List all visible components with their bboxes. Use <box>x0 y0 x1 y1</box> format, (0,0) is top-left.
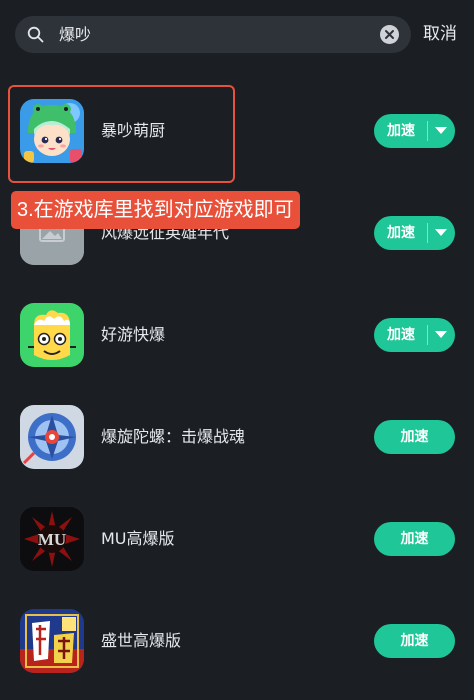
chuanshi-logo-icon[interactable] <box>20 609 84 673</box>
accelerate-button[interactable]: 加速 <box>374 624 455 658</box>
button-divider <box>427 325 428 345</box>
button-divider <box>427 223 428 243</box>
accelerate-button[interactable]: 加速 <box>374 114 455 148</box>
search-bar: 爆吵 取消 <box>0 0 474 66</box>
accelerate-button[interactable]: 加速 <box>374 318 455 352</box>
svg-text:MU: MU <box>38 530 66 549</box>
chevron-down-icon[interactable] <box>435 331 447 339</box>
list-item[interactable]: 好游快爆 加速 <box>0 270 474 372</box>
app-name: 爆旋陀螺：击爆战魂 <box>101 427 246 446</box>
app-name: 好游快爆 <box>101 325 166 344</box>
chevron-down-icon[interactable] <box>435 127 447 135</box>
accelerate-button-label: 加速 <box>400 633 429 649</box>
list-item[interactable]: 爆旋陀螺：击爆战魂 加速 <box>0 372 474 474</box>
accelerate-button[interactable]: 加速 <box>374 216 455 250</box>
accelerate-button-label: 加速 <box>400 531 429 547</box>
accelerate-button[interactable]: 加速 <box>374 522 455 556</box>
accelerate-button-label: 加速 <box>387 123 415 139</box>
list-item[interactable]: 盛世高爆版 加速 <box>0 576 474 678</box>
chevron-down-icon[interactable] <box>435 229 447 237</box>
mu-logo-icon[interactable]: MU <box>20 507 84 571</box>
clear-icon[interactable] <box>380 25 399 44</box>
search-query: 爆吵 <box>59 25 92 44</box>
highlight-box <box>8 85 235 183</box>
list-item[interactable]: MU MU高爆版 加速 <box>0 474 474 576</box>
accelerate-button-label: 加速 <box>387 327 415 343</box>
search-input[interactable]: 爆吵 <box>15 16 411 53</box>
accelerate-button[interactable]: 加速 <box>374 420 455 454</box>
app-name: MU高爆版 <box>101 529 175 548</box>
accelerate-button-label: 加速 <box>387 225 415 241</box>
annotation-label: 3.在游戏库里找到对应游戏即可 <box>11 191 300 229</box>
cartoon-face-icon[interactable] <box>20 303 84 367</box>
app-name: 盛世高爆版 <box>101 631 182 650</box>
spinning-top-icon[interactable] <box>20 405 84 469</box>
search-icon <box>27 26 44 43</box>
accelerate-button-label: 加速 <box>400 429 429 445</box>
cancel-button[interactable]: 取消 <box>423 16 457 53</box>
button-divider <box>427 121 428 141</box>
